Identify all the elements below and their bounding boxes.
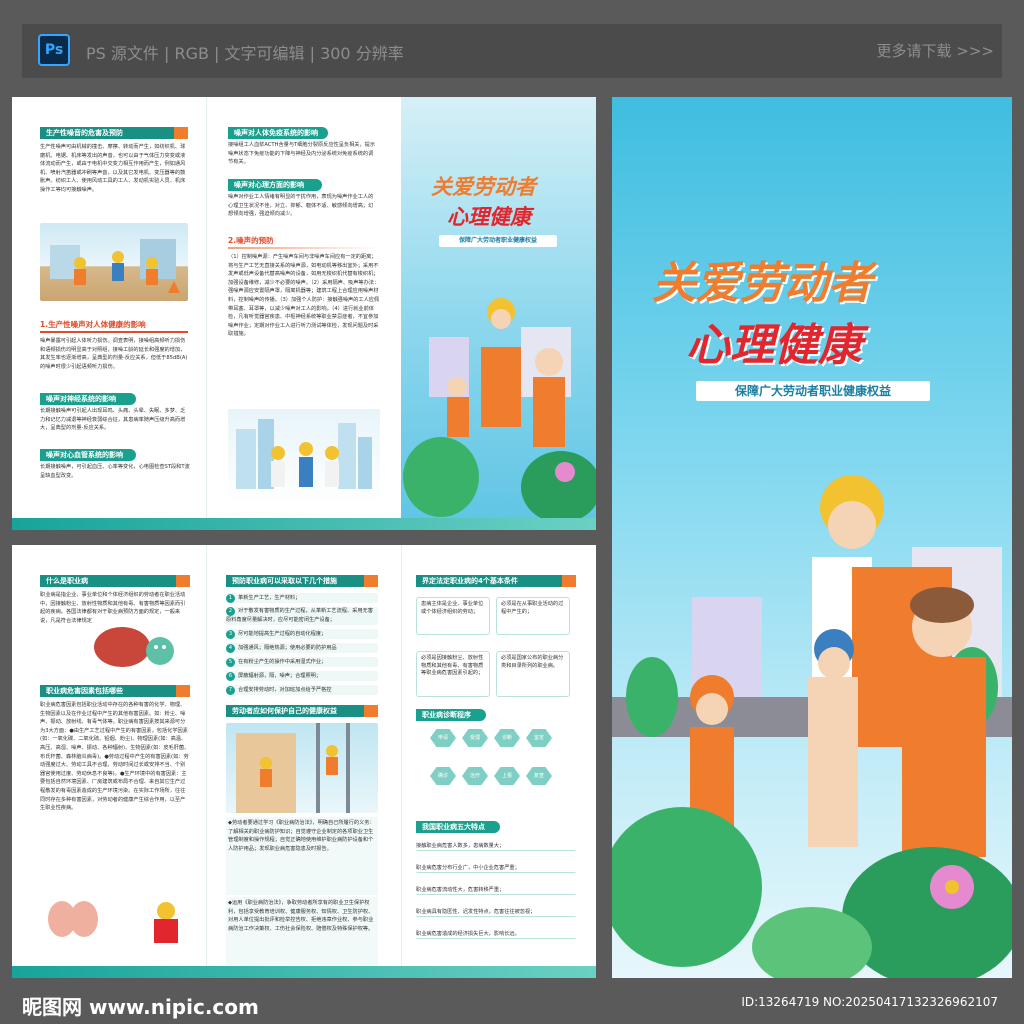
cover-illustration [612,475,1012,978]
measure-item: 2 对于散发有害物质的生产过程，从革新工艺流程、采用无害原料角度尽量解决时，应尽可… [226,607,378,625]
measure-item: 5 在有粉尘产生的操作中采用湿式作业； [226,657,378,667]
section-title: 职业病诊断程序 [416,709,486,721]
diag-step: 治疗 [462,767,488,785]
feature-item: 职业病危害分布行业广，中小企业危害严重； [416,863,576,873]
section-title: 噪声对人体免疫系统的影响 [228,127,328,139]
section-title: 预防职业病可以采取以下几个措施 [226,575,378,587]
liver-virus-illustration [92,615,188,681]
section-title: 界定法定职业病的4个基本条件 [416,575,576,587]
section-title: 生产性噪音的危害及预防 [40,127,188,139]
section-text: 噪声暴露可引起人体听力损伤。调查表明，接噪组高频听力损伤和语频损伤均明显高于对照… [40,338,188,370]
diag-step: 诊断 [494,729,520,747]
section-title: 什么是职业病 [40,575,190,587]
bottom-strip [12,966,596,978]
fold-line [401,545,402,978]
diag-step: 受理 [462,729,488,747]
workers-illustration [228,409,380,505]
section-text: 噪声对作业工人情绪有明显的干扰作用，表现为噪声作业工人的心理卫生状况不佳，对立、… [228,194,374,218]
measure-item: 6 屏蔽辐射源，隔，噪声；合理照明； [226,671,378,681]
brochure-panel-bottom: 什么是职业病 职业病是指企业、事业单位和个体经济组织的劳动者在职业活动中，因接触… [12,545,596,978]
diag-step: 申请 [430,729,456,747]
feature-item: 职业病具有隐匿性、迟发性特点，危害往往被忽视； [416,907,576,917]
section-title: 劳动者应如何保护自己的健康权益 [226,705,378,717]
diag-step-label: 上报 [501,773,512,779]
diag-step: 上报 [494,767,520,785]
workers-on-scaffold-illustration [226,723,378,813]
diag-step-label: 治疗 [469,773,480,779]
section-text: ◆劳动者要通过学习《职业病防治法》，明确自己所履行的义务：了解相关的职业病防护知… [226,817,378,895]
section-text: 接噪组工人血浆ACTH含量与T细胞分裂原反应性呈负相关，提示噪声状态下免疫功能的… [228,142,376,166]
subsection-heading: 2.噪声的预防 [228,236,274,245]
section-title: 我国职业病五大特点 [416,821,500,833]
feature-item: 职业病危害流动性大，危害转移严重； [416,885,576,895]
brochure-panel-top: 生产性噪音的危害及预防 生产性噪声可由机械的撞击、摩擦、转动而产生，如纺织机、球… [12,97,596,530]
diag-step-label: 复查 [533,773,544,779]
bottom-strip [12,518,596,530]
diag-step-label: 鉴定 [533,735,544,741]
measure-item: 1 革新生产工艺，生产材料； [226,593,378,603]
subsection-heading: 1.生产性噪声对人体健康的影响 [40,320,146,329]
heading-underline [40,331,188,333]
section-text: 生产性噪声可由机械的撞击、摩擦、转动而产生，如纺织机、球磨机、电锯、机床等发出的… [40,144,186,193]
condition-box: 必须是国家公布的职业病分类和目录所列的职业病。 [496,651,570,697]
diag-step-label: 申请 [437,735,448,741]
measure-item: 4 加强通风；隔绝热源；使用必要的防护用品 [226,643,378,653]
site-watermark: 昵图网 www.nipic.com [22,995,259,1019]
diag-step-label: 受理 [469,735,480,741]
health-illustration [40,893,190,945]
diag-step: 鉴定 [526,729,552,747]
diag-step-label: 诊断 [501,735,512,741]
diag-step: 复查 [526,767,552,785]
condition-box: 患病主体是企业、事业单位或个体经济组织的劳动； [416,597,490,635]
photoshop-icon: Ps [38,34,70,66]
condition-box: 必须是因接触粉尘、放射性物质和其他有毒、有害物质等职业病危害因素引起的； [416,651,490,697]
feature-item: 职业病危害造成的经济损失巨大，影响长远。 [416,929,576,939]
section-title: 噪声对神经系统的影响 [40,393,136,405]
fold-line [206,97,207,530]
condition-box: 必须是在从事职业活动的过程中产生的； [496,597,570,635]
mini-cover: 关爱劳动者 心理健康 保障广大劳动者职业健康权益 [401,97,596,530]
section-title: 职业病危害因素包括哪些 [40,685,190,697]
section-title: 噪声对心血管系统的影响 [40,449,136,461]
brochure-cover: 关爱劳动者 心理健康 保障广大劳动者职业健康权益 [612,97,1012,978]
measure-item: 7 合理安排劳动时，对加班加点给予严格控 [226,685,378,695]
fold-line [206,545,207,978]
image-id: ID:13264719 NO:20250417132326962107 [741,995,998,1009]
heading-underline [228,247,378,249]
diag-step-label: 确诊 [437,773,448,779]
measure-item: 3 尽可能地提高生产过程的自动化程度； [226,629,378,639]
section-text: ◆运用《职业病防治法》，争取劳动者所享有的职业卫生保护权利，包括享受教育培训权、… [226,897,378,967]
section-title: 噪声对心理方面的影响 [228,179,322,191]
section-text: 职业病危害因素包括职业活动中存在的各种有害的化学、物理、生物因素以及在作业过程中… [40,702,190,812]
mini-cover-illustration [403,298,596,523]
feature-item: 接触职业病危害人数多，患病数量大； [416,841,576,851]
diag-step: 确诊 [430,767,456,785]
section-text: 长期接触噪声，可引起血压、心率等变化，心电图检查ST段和T波呈缺血型改变。 [40,464,190,479]
section-text: （1）控制噪声源：产生噪声车间与非噪声车间应有一定的距离；将与生产工艺无直接关系… [228,254,380,338]
file-specs: PS 源文件 | RGB | 文字可编辑 | 300 分辨率 [86,44,404,63]
more-download-link[interactable]: 更多请下载 >>> [877,40,994,61]
construction-illustration [40,223,188,301]
section-text: 长期接触噪声可引起人出现耳鸣、头痛、头晕、失眠、多梦、乏力和记忆力减退等神经衰弱… [40,408,186,432]
